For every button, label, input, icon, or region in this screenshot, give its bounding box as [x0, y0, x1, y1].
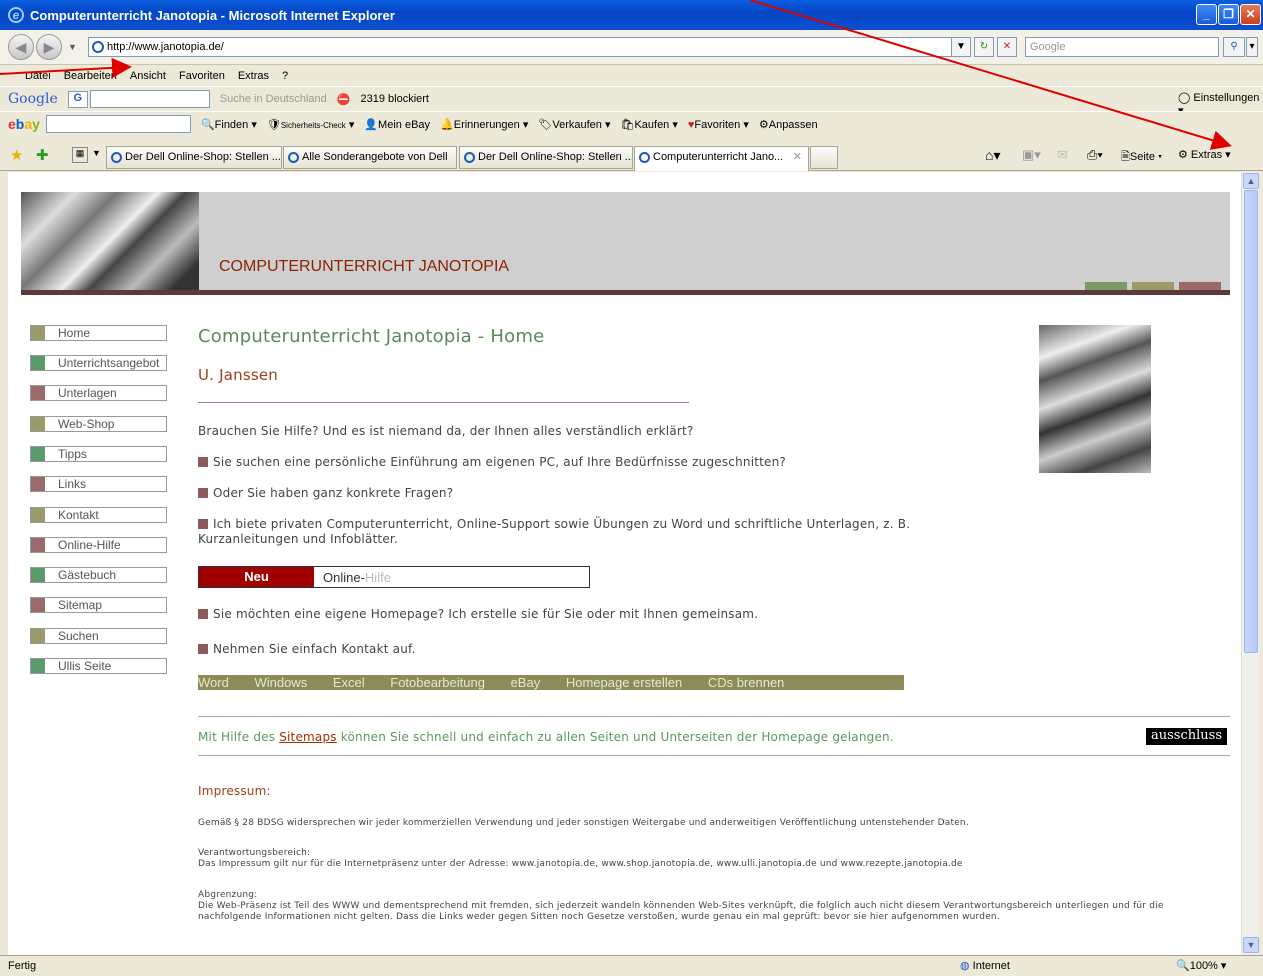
annotation-arrows	[0, 0, 1232, 150]
arrow-to-ansicht	[0, 57, 132, 78]
arrow-to-extras	[749, 0, 1232, 150]
